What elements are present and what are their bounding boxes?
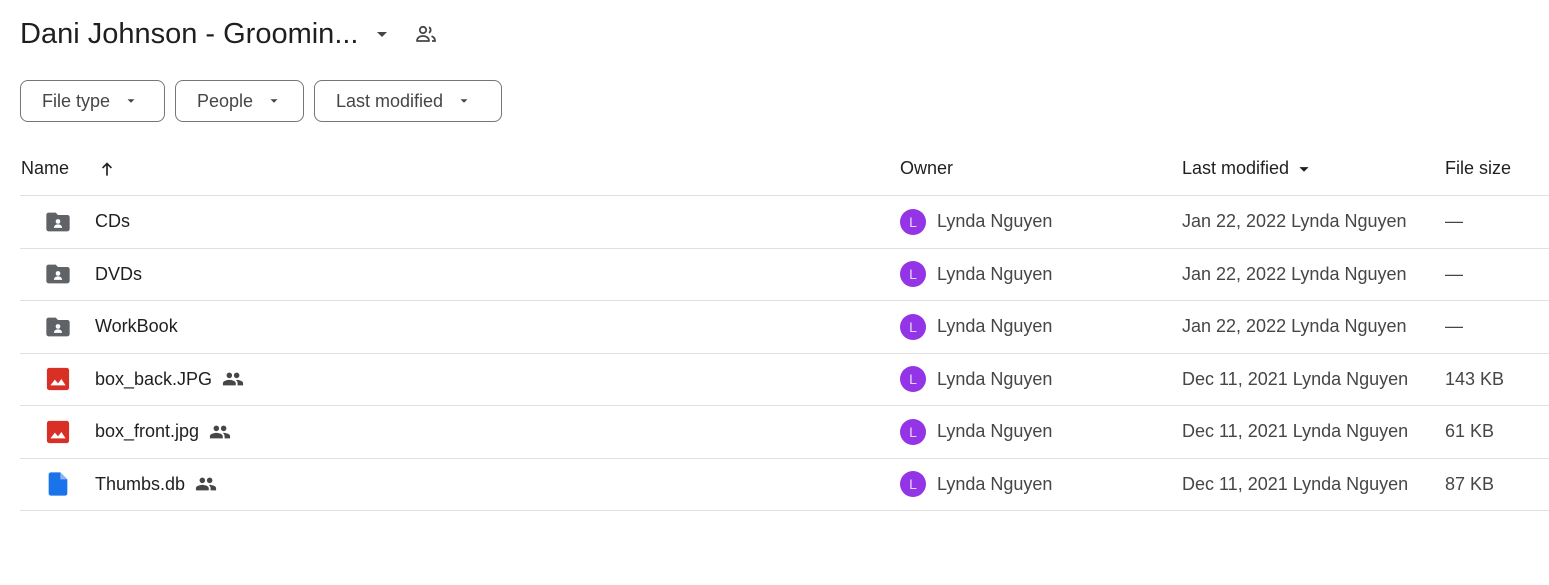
table-row[interactable]: box_back.JPG L Lynda Nguyen Dec 11, 2021…	[20, 354, 1549, 406]
shared-folder-icon	[44, 260, 72, 288]
image-icon	[44, 365, 72, 393]
file-rows: CDs L Lynda Nguyen Jan 22, 2022 Lynda Ng…	[20, 196, 1549, 511]
people-icon	[209, 421, 231, 443]
modified-text: Jan 22, 2022 Lynda Nguyen	[1182, 263, 1407, 284]
size-cell: —	[1445, 316, 1549, 337]
last-modified-filter[interactable]: Last modified	[314, 80, 502, 122]
modified-text: Dec 11, 2021 Lynda Nguyen	[1182, 421, 1409, 442]
chevron-down-icon	[457, 94, 471, 108]
table-header: Name Owner Last modified File size	[20, 142, 1549, 196]
document-icon	[44, 470, 72, 498]
owner-cell: L Lynda Nguyen	[900, 261, 1182, 288]
modified-text: Jan 22, 2022 Lynda Nguyen	[1182, 316, 1407, 337]
people-icon	[195, 473, 217, 495]
size-cell: —	[1445, 264, 1549, 285]
chevron-down-icon	[124, 94, 138, 108]
owner-header-label: Owner	[900, 158, 954, 178]
owner-column-header: Owner	[900, 158, 1182, 179]
file-name: box_back.JPG	[95, 368, 213, 389]
file-size: 87 KB	[1445, 473, 1495, 494]
file-table: Name Owner Last modified File size CDs L…	[20, 142, 1549, 511]
owner-cell: L Lynda Nguyen	[900, 313, 1182, 340]
folder-title[interactable]: Dani Johnson - Groomin...	[20, 18, 358, 51]
modified-cell: Dec 11, 2021 Lynda Nguyen	[1182, 421, 1445, 442]
owner-name: Lynda Nguyen	[937, 211, 1053, 232]
chevron-down-icon	[267, 94, 281, 108]
table-row[interactable]: box_front.jpg L Lynda Nguyen Dec 11, 202…	[20, 406, 1549, 459]
filter-chips: File type People Last modified	[20, 80, 502, 122]
file-name: Thumbs.db	[95, 473, 186, 494]
file-size: —	[1445, 211, 1463, 232]
file-name: DVDs	[95, 263, 143, 284]
owner-cell: L Lynda Nguyen	[900, 366, 1182, 393]
filter-label: Last modified	[336, 90, 444, 111]
avatar: L	[900, 208, 926, 235]
table-row[interactable]: Thumbs.db L Lynda Nguyen Dec 11, 2021 Ly…	[20, 459, 1549, 511]
filter-label: File type	[42, 90, 111, 111]
file-size-header-label: File size	[1445, 158, 1512, 178]
avatar: L	[900, 471, 926, 498]
modified-cell: Dec 11, 2021 Lynda Nguyen	[1182, 474, 1445, 495]
owner-name: Lynda Nguyen	[937, 263, 1053, 284]
file-size: 61 KB	[1445, 421, 1495, 442]
modified-text: Dec 11, 2021 Lynda Nguyen	[1182, 473, 1409, 494]
file-type-filter[interactable]: File type	[20, 80, 165, 122]
owner-name: Lynda Nguyen	[937, 368, 1053, 389]
shared-folder-icon	[44, 208, 72, 236]
owner-cell: L Lynda Nguyen	[900, 418, 1182, 445]
file-name: WorkBook	[95, 316, 178, 337]
name-cell: DVDs	[20, 260, 900, 288]
size-cell: 87 KB	[1445, 474, 1549, 495]
table-row[interactable]: CDs L Lynda Nguyen Jan 22, 2022 Lynda Ng…	[20, 196, 1549, 249]
avatar: L	[900, 418, 926, 445]
last-modified-header-label: Last modified	[1182, 158, 1290, 178]
people-filter[interactable]: People	[175, 80, 304, 122]
name-column-header: Name	[20, 158, 900, 179]
size-cell: 61 KB	[1445, 421, 1549, 442]
size-cell: 143 KB	[1445, 369, 1549, 390]
modified-cell: Jan 22, 2022 Lynda Nguyen	[1182, 316, 1445, 337]
modified-cell: Jan 22, 2022 Lynda Nguyen	[1182, 211, 1445, 232]
table-row[interactable]: DVDs L Lynda Nguyen Jan 22, 2022 Lynda N…	[20, 249, 1549, 301]
name-cell: box_back.JPG	[20, 365, 900, 393]
avatar: L	[900, 313, 926, 340]
modified-text: Jan 22, 2022 Lynda Nguyen	[1182, 211, 1407, 232]
name-cell: CDs	[20, 208, 900, 236]
modified-cell: Jan 22, 2022 Lynda Nguyen	[1182, 264, 1445, 285]
owner-name: Lynda Nguyen	[937, 473, 1053, 494]
file-size: —	[1445, 263, 1463, 284]
image-icon	[44, 418, 72, 446]
last-modified-column-header[interactable]: Last modified	[1182, 158, 1445, 180]
name-cell: box_front.jpg	[20, 418, 900, 446]
avatar: L	[900, 261, 926, 288]
filter-label: People	[197, 90, 254, 111]
arrow-upward-icon[interactable]	[97, 159, 117, 179]
avatar: L	[900, 366, 926, 393]
file-name: box_front.jpg	[95, 421, 200, 442]
file-name: CDs	[95, 211, 130, 232]
table-row[interactable]: WorkBook L Lynda Nguyen Jan 22, 2022 Lyn…	[20, 301, 1549, 354]
size-cell: —	[1445, 211, 1549, 232]
owner-name: Lynda Nguyen	[937, 316, 1053, 337]
drive-folder-view: Dani Johnson - Groomin... File type Peop…	[0, 0, 1549, 585]
owner-cell: L Lynda Nguyen	[900, 471, 1182, 498]
people-outline-icon[interactable]	[408, 16, 444, 52]
file-size: —	[1445, 316, 1463, 337]
name-sort-label[interactable]: Name	[21, 158, 69, 179]
modified-cell: Dec 11, 2021 Lynda Nguyen	[1182, 369, 1445, 390]
file-size: 143 KB	[1445, 368, 1505, 389]
name-cell: Thumbs.db	[20, 470, 900, 498]
shared-folder-icon	[44, 313, 72, 341]
people-icon	[222, 368, 244, 390]
owner-cell: L Lynda Nguyen	[900, 208, 1182, 235]
owner-name: Lynda Nguyen	[937, 421, 1053, 442]
arrow-drop-down-icon	[1293, 158, 1315, 180]
modified-text: Dec 11, 2021 Lynda Nguyen	[1182, 368, 1409, 389]
arrow-drop-down-icon[interactable]	[370, 22, 394, 46]
file-size-column-header: File size	[1445, 158, 1549, 179]
name-cell: WorkBook	[20, 313, 900, 341]
folder-header: Dani Johnson - Groomin...	[20, 12, 444, 56]
